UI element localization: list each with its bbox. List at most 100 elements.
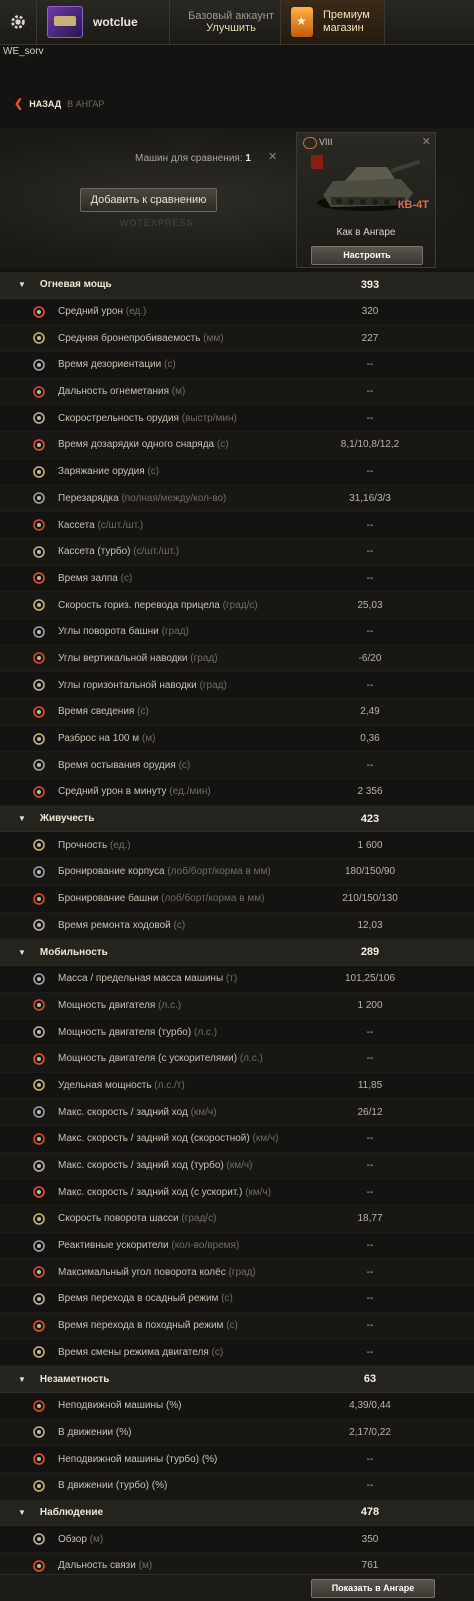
stat-unit: (км/ч) (245, 1186, 272, 1198)
config-label: Как в Ангаре (336, 227, 396, 238)
stat-label: Мощность двигателя (с ускорителями) (л.с… (58, 1053, 263, 1064)
category-score: 289 (360, 946, 380, 959)
stat-label: Макс. скорость / задний ход (скоростной)… (58, 1133, 278, 1144)
stat-unit: (м) (89, 1533, 104, 1545)
show-in-hangar-button[interactable]: Показать в Ангаре (311, 1579, 435, 1598)
remove-vehicle-close-icon[interactable]: ✕ (422, 135, 431, 148)
stat-unit: (т) (225, 973, 238, 985)
engine-icon (33, 999, 45, 1012)
collapse-triangle-icon[interactable]: ▼ (18, 280, 26, 289)
stat-row: Удельная мощность (л.с./т) 11,85 (0, 1073, 474, 1100)
stat-value: 2,17/0,22 (349, 1426, 391, 1438)
engine-boost-icon (33, 1052, 45, 1065)
player-profile[interactable]: wotclue (37, 0, 170, 44)
stat-row: Углы вертикальной наводки (град) -6/20 (0, 645, 474, 673)
stat-name: Дальность огнеметания (58, 386, 169, 398)
stat-row: Время ремонта ходовой (с) 12,03 (0, 912, 474, 940)
stat-unit: (с) (164, 359, 176, 371)
dpm-icon (33, 786, 45, 798)
loading-icon (33, 465, 45, 478)
stat-value: -- (366, 1320, 374, 1332)
account-type: Базовый аккаунт (188, 10, 274, 22)
clear-compare-close-icon[interactable]: ✕ (268, 150, 277, 163)
premium-shop-label-1: Премиум (323, 9, 370, 21)
dispersion-icon (33, 732, 45, 745)
stat-value: 8,1/10,8/12,2 (340, 439, 400, 451)
stat-name: Перезарядка (58, 492, 119, 504)
stat-value: 25,03 (357, 599, 383, 611)
stat-value: -- (366, 572, 374, 584)
collapse-triangle-icon[interactable]: ▼ (18, 1508, 26, 1517)
stat-label: Масса / предельная масса машины (т) (58, 973, 237, 984)
stat-unit: (с) (216, 439, 229, 451)
stat-unit: (с) (147, 466, 160, 478)
stat-row: Углы поворота башни (град) -- (0, 619, 474, 646)
weight-icon (33, 972, 45, 985)
stat-name: Время остывания орудия (58, 759, 176, 771)
stat-name: Скорострельность орудия (58, 412, 179, 424)
stat-label: Удельная мощность (л.с./т) (58, 1080, 185, 1091)
account-status[interactable]: Базовый аккаунт Улучшить (170, 0, 281, 44)
category-header[interactable]: ▼ Огневая мощь 393 (0, 272, 474, 299)
back-button[interactable]: ❮ НАЗАД В АНГАР (14, 97, 104, 110)
category-header[interactable]: ▼ Наблюдение 478 (0, 1499, 474, 1527)
collapse-triangle-icon[interactable]: ▼ (18, 1375, 26, 1384)
travel-mode-icon (33, 1319, 45, 1332)
chevron-left-icon: ❮ (14, 98, 24, 110)
stat-unit: (с/шт./шт.) (97, 519, 144, 531)
camo-moving-icon (33, 1426, 45, 1439)
category-header[interactable]: ▼ Незаметность 63 (0, 1366, 474, 1393)
stat-row: Неподвижной машины (турбо) (%) -- (0, 1446, 474, 1473)
premium-shop-label-2: магазин (323, 22, 364, 34)
rocket-boost-icon (33, 1239, 45, 1252)
stat-unit: (л.с.) (239, 1053, 263, 1065)
category-header[interactable]: ▼ Мобильность 289 (0, 939, 474, 966)
stat-unit: (полная/между/кол-во) (121, 492, 227, 504)
stat-row: Бронирование корпуса (лоб/борт/корма в м… (0, 859, 474, 886)
stat-row: Мощность двигателя (турбо) (л.с.) -- (0, 1019, 474, 1046)
add-to-compare-button[interactable]: Добавить к сравнению (80, 188, 217, 212)
stat-unit: (град) (161, 626, 189, 638)
stat-label: Средний урон в минуту (ед./мин) (58, 786, 211, 797)
stat-unit: (ед./мин) (169, 786, 211, 798)
stat-value: -- (366, 759, 374, 771)
stat-row: Дальность огнеметания (м) -- (0, 378, 474, 406)
collapse-triangle-icon[interactable]: ▼ (18, 814, 26, 823)
stat-row: Макс. скорость / задний ход (с ускорит.)… (0, 1179, 474, 1207)
stat-value: -- (366, 519, 374, 531)
stat-name: Бронирование корпуса (58, 866, 165, 878)
stat-unit: (с) (221, 1293, 233, 1305)
stat-value: -- (366, 1266, 374, 1278)
stat-label: Время ремонта ходовой (с) (58, 920, 185, 931)
stat-unit: (град) (190, 652, 218, 664)
watermark: WOTEXPRESS (120, 218, 194, 228)
stun-icon (33, 359, 45, 371)
rate-of-fire-icon (33, 412, 45, 425)
collapse-triangle-icon[interactable]: ▼ (18, 948, 26, 957)
stat-name: Обзор (58, 1533, 87, 1545)
category-header[interactable]: ▼ Живучесть 423 (0, 805, 474, 833)
stat-value: -- (366, 1240, 374, 1252)
stat-value: -- (366, 1453, 374, 1465)
stat-row: Масса / предельная масса машины (т) 101,2… (0, 966, 474, 993)
stat-label: Макс. скорость / задний ход (км/ч) (58, 1107, 217, 1118)
settings-button[interactable] (0, 0, 37, 44)
vehicle-card[interactable]: VIII ✕ КВ-4Т Как в Ангаре Настроить (296, 132, 436, 268)
hitpoints-icon (33, 839, 45, 852)
stat-label: В движении (турбо) (%) (58, 1480, 167, 1491)
stat-label: Заряжание орудия (с) (58, 466, 159, 477)
view-range-icon (33, 1533, 45, 1545)
stat-row: Средний урон в минуту (ед./мин) 2 356 (0, 779, 474, 806)
upgrade-link[interactable]: Улучшить (206, 22, 256, 34)
configure-button[interactable]: Настроить (311, 246, 423, 265)
repair-icon (33, 919, 45, 932)
stat-row: Скорость поворота шасси (град/с) 18,77 (0, 1206, 474, 1233)
turret-angle-icon (33, 625, 45, 638)
wheel-angle-icon (33, 1266, 45, 1279)
stat-unit: (ед.) (109, 839, 131, 851)
traverse-icon (33, 599, 45, 611)
stat-row: Бронирование башни (лоб/борт/корма в мм)… (0, 886, 474, 913)
stat-row: Время смены режима двигателя (с) -- (0, 1340, 474, 1367)
premium-shop-button[interactable]: Премиум магазин (281, 0, 385, 44)
stat-row: Углы горизонтальной наводки (град) -- (0, 672, 474, 699)
